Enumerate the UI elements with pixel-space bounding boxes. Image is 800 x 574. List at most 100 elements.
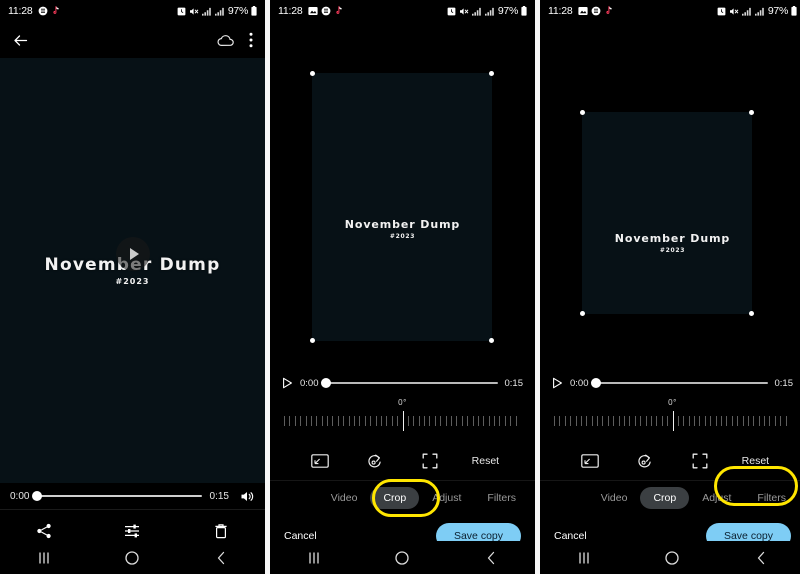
crop-handle-tl[interactable] [580,110,585,115]
rotation-tick [375,416,377,426]
seek-track[interactable] [320,378,498,388]
rotation-tick [461,416,463,426]
tab-adjust[interactable]: Adjust [689,487,744,509]
home-icon[interactable] [358,550,446,566]
tab-crop[interactable]: Crop [370,486,420,509]
rotation-tick [364,416,366,426]
play-icon[interactable] [282,377,293,389]
rotation-tick [591,416,593,426]
aspect-ratio-icon[interactable] [292,454,347,468]
phone-panel-2: 11:28 97% November Dump #2023 0:00 0:15 … [270,0,535,574]
total-time-label: 0:15 [504,377,524,389]
tab-video[interactable]: Video [588,487,641,509]
reset-button[interactable]: Reset [728,455,783,467]
rotation-tick [694,416,696,426]
seek-track[interactable] [590,378,768,388]
aspect-ratio-icon[interactable] [562,454,617,468]
battery-percent: 97% [497,5,518,17]
seek-knob[interactable] [320,378,331,388]
tab-filters[interactable]: Filters [474,487,529,509]
crop-handle-tr[interactable] [489,71,494,76]
play-icon[interactable] [552,377,563,389]
seek-knob[interactable] [590,378,601,388]
signal-icon [201,7,212,16]
rotation-tick [704,416,706,426]
rotation-tick [753,416,755,426]
back-icon[interactable] [717,550,800,566]
crop-handle-br[interactable] [749,311,754,316]
rotation-tick [477,416,479,426]
arrow-left-icon[interactable] [12,32,29,49]
app-bar-1 [0,22,265,58]
rotation-tick [629,416,631,426]
rotation-ruler[interactable] [554,410,791,432]
screenshot-sheet: 11:28 97% November Dump #2023 0:00 0:15 … [0,0,800,574]
battery-icon [521,6,527,16]
rotation-tick [305,416,307,426]
crop-handle-bl[interactable] [310,338,315,343]
rotation-tick [300,416,302,426]
crop-stage-2[interactable]: November Dump #2023 [270,22,535,370]
total-time-label: 0:15 [774,377,794,389]
crop-stage-3[interactable]: November Dump #2023 [540,22,800,370]
recents-icon[interactable] [0,551,88,565]
crop-handle-bl[interactable] [580,311,585,316]
rotation-tick [494,416,496,426]
status-bar-2: 11:28 97% [270,0,535,22]
crop-tool-row-2: Reset [270,442,535,480]
crop-handle-tr[interactable] [749,110,754,115]
crop-box[interactable] [312,73,492,341]
rotation-tick [780,416,782,426]
status-left-icons [577,6,613,16]
editor-tabs-3: Video Crop Adjust Filters [540,480,800,514]
back-icon[interactable] [177,550,265,566]
rotation-tick [710,416,712,426]
recents-icon[interactable] [270,551,358,565]
crop-box[interactable] [582,112,752,314]
play-triangle [129,247,139,260]
rotation-tick [424,416,426,426]
rotation-tick [769,416,771,426]
rotation-tick [742,416,744,426]
crop-tool-row-3: Reset [540,442,800,480]
volume-icon[interactable] [240,490,255,503]
browser-icon [591,6,601,16]
tab-filters[interactable]: Filters [744,487,799,509]
rotation-tick [337,416,339,426]
rotation-tick [450,416,452,426]
free-crop-icon[interactable] [673,453,728,469]
rotation-ruler[interactable] [284,410,521,432]
tab-video[interactable]: Video [318,487,371,509]
video-stage-1[interactable]: November Dump #2023 [0,58,265,483]
cloud-icon[interactable] [217,34,235,47]
home-icon[interactable] [88,550,176,566]
rotation-tick [764,416,766,426]
more-vert-icon[interactable] [249,32,253,48]
tab-adjust[interactable]: Adjust [419,487,474,509]
current-time-label: 0:00 [300,377,319,389]
rotation-tick [359,416,361,426]
rotate-icon[interactable] [617,453,672,470]
back-icon[interactable] [447,550,535,566]
mute-icon [189,7,199,16]
rotation-tick [650,416,652,426]
rotation-dial-2[interactable]: 0° [270,396,535,442]
sliders-icon [124,523,140,539]
seek-knob[interactable] [32,491,43,501]
crop-handle-tl[interactable] [310,71,315,76]
android-nav-bar-2 [270,541,535,574]
free-crop-icon[interactable] [403,453,458,469]
play-icon[interactable] [115,236,150,271]
rotation-tick [510,416,512,426]
home-icon[interactable] [628,550,716,566]
rotate-icon[interactable] [347,453,402,470]
crop-handle-br[interactable] [489,338,494,343]
rotation-tick [515,416,517,426]
reset-button[interactable]: Reset [458,455,513,467]
battery-icon [251,6,257,16]
tab-crop[interactable]: Crop [640,486,690,509]
recents-icon[interactable] [540,551,628,565]
rotation-dial-3[interactable]: 0° [540,396,800,442]
seek-track[interactable] [32,491,202,501]
status-right-icons: 97% [447,5,527,17]
